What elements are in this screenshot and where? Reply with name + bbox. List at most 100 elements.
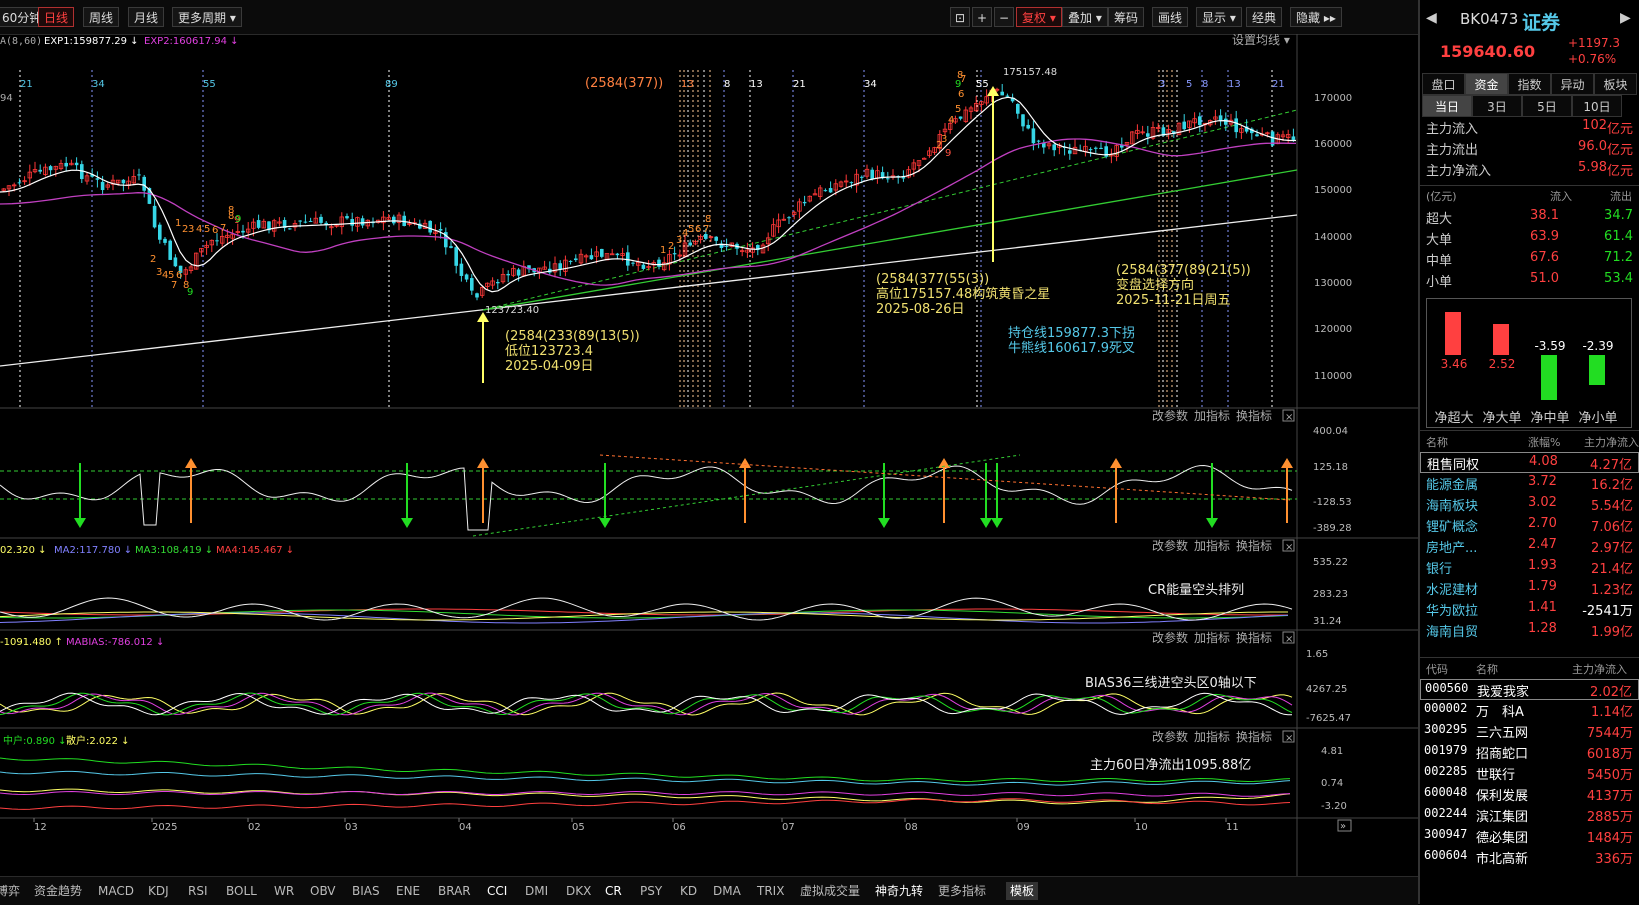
panel-close-glyph[interactable]: × (1285, 733, 1293, 744)
sector-row[interactable]: 锂矿概念 2.70 7.06亿 (1420, 515, 1639, 536)
display-dropdown[interactable]: 显示 ▾ (1196, 7, 1242, 27)
scroll-right-glyph[interactable]: » (1340, 821, 1346, 832)
panel-control-0[interactable]: 改参数 (1152, 630, 1188, 645)
net-flow-label: 净超大 (1434, 411, 1474, 426)
panel-control-2[interactable]: 换指标 (1236, 630, 1272, 645)
prev-arrow-icon[interactable]: ◀ (1426, 10, 1437, 26)
flow-row-label: 中单 (1426, 254, 1453, 269)
stock-row[interactable]: 300947 德必集团 1484万 (1420, 826, 1639, 847)
indicator-tab-6[interactable]: WR (274, 882, 294, 900)
right-tab-2[interactable]: 指数 (1508, 73, 1551, 95)
indicator-tab-9[interactable]: ENE (396, 882, 420, 900)
hide-button[interactable]: 隐藏 ▸▸ (1290, 7, 1342, 27)
panel-control-2[interactable]: 换指标 (1236, 408, 1272, 423)
flow-row-label: 大单 (1426, 233, 1453, 248)
panel-close-glyph[interactable]: × (1285, 634, 1293, 645)
candle-body (1099, 147, 1103, 150)
sector-row[interactable]: 房地产... 2.47 2.97亿 (1420, 536, 1639, 557)
right-tab-0[interactable]: 盘口 (1422, 73, 1465, 95)
indicator-tab-3[interactable]: KDJ (148, 882, 169, 900)
sector-row[interactable]: 海南自贸 1.28 1.99亿 (1420, 620, 1639, 641)
panel-control-2[interactable]: 换指标 (1236, 729, 1272, 744)
sector-row[interactable]: 能源金属 3.72 16.2亿 (1420, 473, 1639, 494)
stock-row[interactable]: 600604 市北高新 336万 (1420, 847, 1639, 868)
stock-row[interactable]: 002244 滨江集团 2885万 (1420, 805, 1639, 826)
indicator-tab-14[interactable]: CR (605, 882, 622, 900)
indicator-tab-15[interactable]: PSY (640, 882, 662, 900)
indicator-tab-7[interactable]: OBV (310, 882, 336, 900)
stock-row[interactable]: 000002 万 科A 1.14亿 (1420, 700, 1639, 721)
panel-control-0[interactable]: 改参数 (1152, 408, 1188, 423)
flow-unit: 亿元 (1606, 143, 1633, 158)
lock-icon[interactable]: ⊡ (950, 7, 970, 27)
sector-row[interactable]: 水泥建材 1.79 1.23亿 (1420, 578, 1639, 599)
indicator-tab-22[interactable]: 模板 (1006, 882, 1039, 900)
stock-row[interactable]: 001979 招商蛇口 6018万 (1420, 742, 1639, 763)
classic-button[interactable]: 经典 (1246, 7, 1283, 27)
stock-row[interactable]: 000560 我爱我家 2.02亿 (1420, 679, 1639, 700)
indicator-tab-1[interactable]: 资金趋势 (34, 882, 82, 900)
indicator-tab-4[interactable]: RSI (188, 882, 208, 900)
period-tab-0[interactable]: 当日 (1422, 95, 1472, 117)
period-more-dropdown[interactable]: 更多周期 ▾ (172, 7, 242, 27)
sector-row[interactable]: 海南板块 3.02 5.54亿 (1420, 494, 1639, 515)
indicator-tab-20[interactable]: 神奇九转 (875, 882, 923, 900)
panel-control-0[interactable]: 改参数 (1152, 538, 1188, 553)
flow-label: 主力流出 (1426, 143, 1479, 158)
indicator-tab-0[interactable]: 博弈 (0, 882, 20, 900)
panel-control-2[interactable]: 换指标 (1236, 538, 1272, 553)
indicator-tab-19[interactable]: 虚拟成交量 (800, 882, 860, 900)
adjust-dropdown[interactable]: 复权 ▾ (1016, 7, 1062, 27)
indicator-tab-2[interactable]: MACD (98, 882, 134, 900)
period-tab-1[interactable]: 3日 (1472, 95, 1522, 117)
indicator-tab-21[interactable]: 更多指标 (938, 882, 986, 900)
indicator-tab-11[interactable]: CCI (487, 882, 507, 900)
chip-button[interactable]: 筹码 (1108, 7, 1145, 27)
plus-icon[interactable]: + (972, 7, 992, 27)
period-weekly[interactable]: 周线 (83, 7, 120, 27)
stock-name: 三六五网 (1476, 726, 1529, 741)
flow-row-in: 67.6 (1530, 250, 1559, 265)
indicator-tab-8[interactable]: BIAS (352, 882, 380, 900)
period-monthly[interactable]: 月线 (128, 7, 165, 27)
sector-row[interactable]: 租售同权 4.08 4.27亿 (1420, 452, 1639, 473)
stock-row[interactable]: 300295 三六五网 7544万 (1420, 721, 1639, 742)
stock-row[interactable]: 002285 世联行 5450万 (1420, 763, 1639, 784)
panel-control-1[interactable]: 加指标 (1194, 538, 1230, 553)
right-tab-4[interactable]: 板块 (1594, 73, 1637, 95)
p4-y-tick: 0.74 (1321, 778, 1343, 789)
sector-flow: 7.06亿 (1591, 520, 1633, 535)
period-tab-2[interactable]: 5日 (1522, 95, 1572, 117)
sector-row[interactable]: 华为欧拉 1.41 -2541万 (1420, 599, 1639, 620)
period-daily[interactable]: 日线 (38, 7, 75, 27)
sector-name: 证券 (1522, 12, 1561, 34)
period-tab-3[interactable]: 10日 (1572, 95, 1622, 117)
panel-control-1[interactable]: 加指标 (1194, 408, 1230, 423)
sector-pct: 4.08 (1529, 454, 1558, 469)
next-arrow-icon[interactable]: ▶ (1620, 10, 1631, 26)
indicator-tab-18[interactable]: TRIX (757, 882, 784, 900)
panel-close-glyph[interactable]: × (1285, 412, 1293, 423)
draw-button[interactable]: 画线 (1152, 7, 1189, 27)
minus-icon[interactable]: − (994, 7, 1014, 27)
indicator-tab-17[interactable]: DMA (713, 882, 741, 900)
panel-close-glyph[interactable]: × (1285, 542, 1293, 553)
x-tick: 03 (345, 822, 358, 833)
indicator-tab-5[interactable]: BOLL (226, 882, 257, 900)
flow-row-label: 超大 (1426, 212, 1453, 227)
stock-code: 000002 (1424, 701, 1468, 715)
indicator-tab-16[interactable]: KD (680, 882, 697, 900)
stock-row[interactable]: 600048 保利发展 4137万 (1420, 784, 1639, 805)
panel-control-0[interactable]: 改参数 (1152, 729, 1188, 744)
indicator-tab-12[interactable]: DMI (525, 882, 548, 900)
overlay-dropdown[interactable]: 叠加 ▾ (1062, 7, 1108, 27)
right-tab-3[interactable]: 异动 (1551, 73, 1594, 95)
indicator-tab-10[interactable]: BRAR (438, 882, 471, 900)
sector-row[interactable]: 银行 1.93 21.4亿 (1420, 557, 1639, 578)
panel-control-1[interactable]: 加指标 (1194, 630, 1230, 645)
panel-control-1[interactable]: 加指标 (1194, 729, 1230, 744)
ma-settings-button[interactable]: 设置均线 ▾ (1232, 33, 1290, 47)
indicator-tab-13[interactable]: DKX (566, 882, 591, 900)
chart-area[interactable]: A(8,60) EXP1:159877.29 ↓ EXP2:160617.94 … (0, 33, 1418, 876)
right-tab-1[interactable]: 资金 (1465, 73, 1508, 95)
